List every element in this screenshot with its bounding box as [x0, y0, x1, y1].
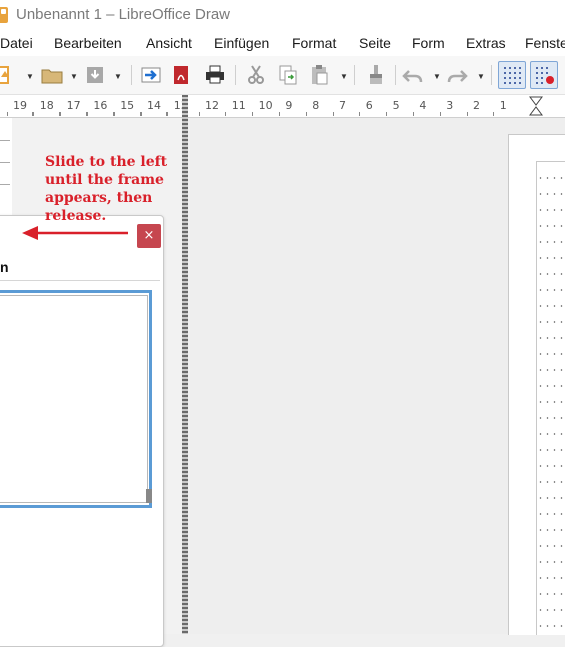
toolbar-separator	[395, 65, 396, 85]
save-icon[interactable]	[83, 63, 107, 87]
menu-fenster[interactable]: Fenste	[525, 35, 565, 51]
menu-extras[interactable]: Extras	[466, 35, 506, 51]
chevron-down-icon[interactable]: ▼	[477, 72, 485, 81]
ruler-label: 2	[473, 99, 480, 112]
ruler-label: 17	[66, 99, 81, 112]
ruler-tick	[198, 112, 200, 116]
close-button[interactable]: ×	[137, 224, 161, 248]
ruler-label: 8	[312, 99, 320, 112]
ruler-tick	[305, 112, 307, 116]
menu-ansicht[interactable]: Ansicht	[146, 35, 192, 51]
ruler-tick	[33, 112, 35, 116]
menu-format[interactable]: Format	[292, 35, 336, 51]
menu-bearbeiten[interactable]: Bearbeiten	[54, 35, 122, 51]
menu-einfuegen[interactable]: Einfügen	[214, 35, 269, 51]
standard-toolbar: ▼ ▼ ▼ ▼ ▼ ▼	[0, 56, 565, 95]
print-icon[interactable]	[203, 63, 227, 87]
pane-heading: n	[0, 259, 9, 275]
ruler-label: 7	[339, 99, 346, 112]
ruler-label: 19	[13, 99, 27, 112]
redo-icon[interactable]	[445, 63, 469, 87]
ruler-label: 9	[285, 99, 293, 112]
ruler-tick	[359, 112, 361, 116]
clone-formatting-brush-icon[interactable]	[364, 63, 388, 87]
ruler-label: 6	[365, 99, 373, 112]
ruler-label: 15	[120, 99, 135, 112]
ruler-tick	[140, 112, 142, 116]
slide-thumbnail-page	[0, 295, 148, 503]
ruler-tick	[439, 112, 441, 116]
cut-icon[interactable]	[244, 63, 268, 87]
ruler-tick	[252, 112, 254, 116]
ruler-label: 14	[147, 99, 161, 112]
window-title: Unbenannt 1 – LibreOffice Draw	[16, 6, 231, 23]
menu-bar: Datei Bearbeiten Ansicht Einfügen Format…	[0, 30, 565, 56]
ruler-tick	[466, 112, 468, 116]
ruler-tick	[413, 112, 414, 116]
horizontal-ruler-left: 19 18 17 16 15 14 13	[0, 95, 182, 118]
ruler-label: 16	[93, 99, 108, 112]
ruler-label: 3	[446, 99, 454, 112]
ruler-label: 4	[419, 99, 427, 112]
chevron-down-icon[interactable]: ▼	[433, 72, 441, 81]
divider	[0, 280, 160, 281]
ruler-tick	[386, 112, 388, 116]
ruler-tick	[167, 112, 169, 116]
annotation-text: Slide to the left until the frame appear…	[45, 154, 168, 224]
paste-icon[interactable]	[307, 63, 331, 87]
toolbar-separator	[491, 65, 492, 85]
toolbar-separator	[235, 65, 236, 85]
ruler-tick	[493, 112, 495, 116]
title-bar: Unbenannt 1 – LibreOffice Draw	[0, 0, 565, 30]
chevron-down-icon[interactable]: ▼	[114, 72, 122, 81]
ruler-tick	[332, 112, 334, 116]
menu-datei[interactable]: Datei	[0, 35, 33, 51]
arrow-left-icon	[22, 226, 128, 240]
horizontal-ruler: 12 11 10 9 8 7 6 5 4 3 2 1	[188, 95, 565, 118]
thumbnail-scroll-handle	[146, 489, 152, 503]
new-drawing-icon[interactable]	[0, 63, 16, 87]
ruler-tick	[60, 112, 62, 116]
toolbar-separator	[131, 65, 132, 85]
grid-dots	[537, 170, 565, 634]
pane-splitter-handle[interactable]	[182, 95, 188, 634]
libreoffice-draw-logo-icon	[0, 7, 8, 23]
ruler-label: 18	[39, 99, 54, 112]
menu-form[interactable]: Form	[412, 35, 445, 51]
chevron-down-icon[interactable]: ▼	[340, 72, 348, 81]
ruler-label: 1	[499, 99, 507, 112]
ruler-label: 5	[392, 99, 400, 112]
ruler-label: 13	[173, 99, 182, 112]
export-pdf-icon[interactable]	[169, 63, 193, 87]
snap-to-grid-icon[interactable]	[530, 61, 558, 89]
ruler-tick	[225, 112, 227, 116]
copy-icon[interactable]	[276, 63, 300, 87]
ruler-label: 10	[258, 99, 273, 112]
ruler-label: 12	[205, 99, 219, 112]
export-icon[interactable]	[139, 63, 163, 87]
indent-marker-icon[interactable]	[529, 96, 543, 116]
vertical-ruler	[0, 118, 12, 218]
undo-icon[interactable]	[401, 63, 425, 87]
ruler-tick	[87, 112, 88, 116]
open-folder-icon[interactable]	[40, 63, 64, 87]
menu-seite[interactable]: Seite	[359, 35, 391, 51]
display-grid-icon[interactable]	[498, 61, 526, 89]
ruler-tick	[279, 112, 280, 116]
chevron-down-icon[interactable]: ▼	[26, 72, 34, 81]
ruler-tick	[6, 112, 8, 116]
ruler-label: 11	[231, 99, 246, 112]
ruler-tick	[113, 112, 115, 116]
toolbar-separator	[354, 65, 355, 85]
chevron-down-icon[interactable]: ▼	[70, 72, 78, 81]
